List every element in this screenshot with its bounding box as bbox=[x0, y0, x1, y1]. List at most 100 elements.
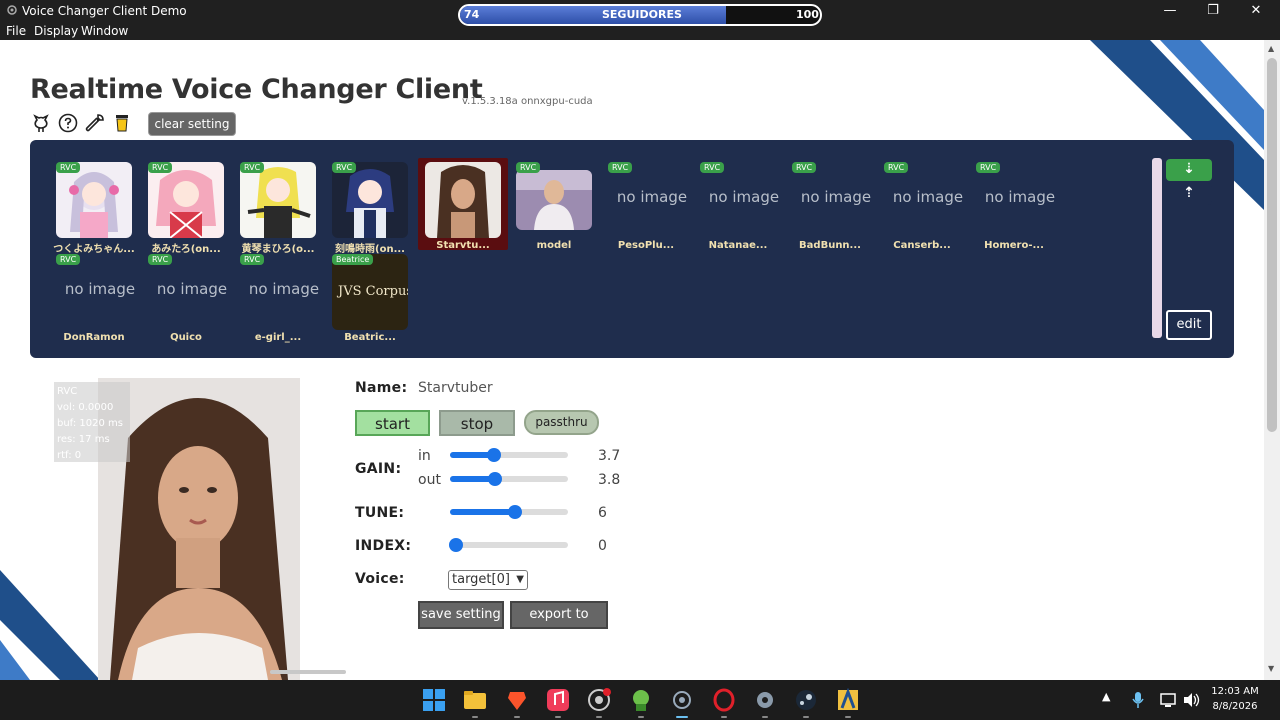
settings-icon[interactable] bbox=[753, 688, 777, 712]
tune-value: 6 bbox=[598, 505, 607, 521]
slider-knob[interactable] bbox=[487, 472, 502, 486]
model-thumbnail bbox=[148, 162, 224, 238]
volume-icon[interactable] bbox=[1183, 692, 1201, 708]
help-icon[interactable] bbox=[57, 112, 79, 134]
app-icon bbox=[7, 5, 17, 15]
voice-select[interactable]: target[0] ▼ bbox=[448, 570, 528, 590]
running-indicator bbox=[472, 716, 478, 718]
no-image-placeholder: no image bbox=[64, 280, 136, 298]
model-type-badge: RVC bbox=[56, 162, 81, 173]
menu-display[interactable]: Display bbox=[34, 24, 78, 38]
no-image-placeholder: no image bbox=[984, 188, 1056, 206]
model-slot-amitaro[interactable]: RVC あみたろ(on... bbox=[146, 160, 226, 255]
steam-icon[interactable] bbox=[794, 688, 818, 712]
no-image-placeholder: no image bbox=[892, 188, 964, 206]
decorative-stripe-bottom bbox=[0, 570, 100, 680]
voice-select-value: target[0] bbox=[452, 572, 510, 587]
stop-button[interactable]: stop bbox=[439, 410, 515, 436]
tray-overflow-chevron-icon[interactable]: ▲ bbox=[1102, 690, 1110, 703]
windows-start-icon[interactable] bbox=[422, 688, 446, 712]
music-icon[interactable] bbox=[546, 688, 570, 712]
model-thumbnail bbox=[425, 162, 501, 238]
page-scrollbar[interactable]: ▲ ▼ bbox=[1264, 40, 1280, 680]
scroll-up-arrow-icon[interactable]: ▲ bbox=[1268, 44, 1274, 53]
export-onnx-button[interactable]: export to onnx bbox=[510, 601, 608, 646]
network-icon[interactable] bbox=[1160, 692, 1178, 708]
gain-label: GAIN: bbox=[355, 461, 402, 477]
model-name: Natanae... bbox=[708, 240, 768, 251]
running-indicator bbox=[762, 716, 768, 718]
clock-date: 8/8/2026 bbox=[1212, 701, 1258, 712]
no-image-placeholder: no image bbox=[248, 280, 320, 298]
clear-setting-button[interactable]: clear setting bbox=[148, 112, 236, 136]
voice-label: Voice: bbox=[355, 571, 405, 587]
stats-buffer: buf: 1020 ms bbox=[57, 418, 123, 429]
model-slot-beatrice[interactable]: JVS Corpus Beatrice Beatric... bbox=[330, 252, 410, 343]
menu-window[interactable]: Window bbox=[81, 24, 128, 38]
model-slot-badbunn[interactable]: RVC no image BadBunn... bbox=[790, 160, 871, 251]
model-slot-donramon[interactable]: RVC no image DonRamon bbox=[54, 252, 135, 343]
github-icon[interactable] bbox=[30, 112, 52, 134]
passthru-button[interactable]: passthru bbox=[524, 410, 599, 435]
scroll-down-arrow-icon[interactable]: ▼ bbox=[1268, 664, 1274, 673]
slider-knob[interactable] bbox=[507, 505, 522, 519]
chrome-icon[interactable] bbox=[587, 688, 611, 712]
model-slot-tsukuyomi[interactable]: RVC つくよみちゃん... bbox=[53, 160, 135, 255]
tune-slider[interactable] bbox=[450, 505, 568, 519]
restore-button[interactable]: ❐ bbox=[1198, 2, 1228, 20]
gain-out-value: 3.8 bbox=[598, 472, 621, 488]
slot-scroll-track[interactable] bbox=[1152, 158, 1162, 338]
index-value: 0 bbox=[598, 538, 607, 554]
system-clock[interactable]: 12:03 AM 8/8/2026 bbox=[1210, 684, 1260, 714]
voice-changer-icon[interactable] bbox=[670, 688, 694, 712]
model-slot-starvtuber[interactable]: Starvtu... bbox=[418, 158, 508, 251]
sort-descending-button[interactable]: ⇣ bbox=[1166, 159, 1212, 181]
model-slot-tokina[interactable]: RVC 刻鳴時雨(on... bbox=[330, 160, 410, 255]
model-slot-kikoto[interactable]: RVC 黄琴まひろ(o... bbox=[238, 160, 318, 255]
model-slot-homero[interactable]: RVC no image Homero-... bbox=[974, 160, 1055, 251]
model-slot-canserb[interactable]: RVC no image Canserb... bbox=[882, 160, 963, 251]
horizontal-scroll-thumb[interactable] bbox=[270, 670, 346, 674]
page-scroll-thumb[interactable] bbox=[1267, 58, 1277, 432]
save-setting-button[interactable]: save setting bbox=[418, 601, 504, 629]
model-slot-quico[interactable]: RVC no image Quico bbox=[146, 252, 227, 343]
model-slot-pesoplu[interactable]: RVC no image PesoPlu... bbox=[606, 160, 687, 251]
character-icon[interactable] bbox=[629, 688, 653, 712]
edit-button[interactable]: edit bbox=[1166, 310, 1212, 340]
menu-file[interactable]: File bbox=[6, 24, 26, 38]
index-slider[interactable] bbox=[448, 538, 568, 552]
file-explorer-icon[interactable] bbox=[463, 688, 487, 712]
followers-progress-bar: 74 SEGUIDORES 100 bbox=[458, 4, 822, 26]
no-image-placeholder: no image bbox=[708, 188, 780, 206]
start-button[interactable]: start bbox=[355, 410, 430, 436]
model-type-badge: RVC bbox=[792, 162, 817, 173]
game-icon[interactable] bbox=[836, 688, 860, 712]
model-slot-model[interactable]: RVC model bbox=[514, 160, 594, 251]
tune-label: TUNE: bbox=[355, 505, 405, 521]
stats-response: res: 17 ms bbox=[57, 434, 110, 445]
microphone-icon[interactable] bbox=[1132, 691, 1144, 709]
no-image-placeholder: no image bbox=[616, 188, 688, 206]
model-name: Canserb... bbox=[893, 240, 951, 251]
model-slot-natanae[interactable]: RVC no image Natanae... bbox=[698, 160, 779, 251]
model-slot-egirl[interactable]: RVC no image e-girl_... bbox=[238, 252, 319, 343]
wrench-icon[interactable] bbox=[84, 112, 106, 134]
model-thumbnail bbox=[516, 170, 592, 230]
opera-icon[interactable] bbox=[712, 688, 736, 712]
model-name: Beatric... bbox=[344, 332, 396, 343]
model-type-badge: RVC bbox=[700, 162, 725, 173]
slider-knob[interactable] bbox=[448, 538, 463, 552]
sort-ascending-button[interactable]: ⇡ bbox=[1166, 183, 1212, 205]
no-image-placeholder: no image bbox=[800, 188, 872, 206]
model-type-badge: RVC bbox=[240, 254, 265, 265]
minimize-button[interactable]: — bbox=[1155, 2, 1185, 20]
slider-knob[interactable] bbox=[486, 448, 501, 462]
gain-out-slider[interactable] bbox=[450, 472, 568, 486]
stats-volume: vol: 0.0000 bbox=[57, 402, 114, 413]
model-name: BadBunn... bbox=[799, 240, 861, 251]
close-button[interactable]: ✕ bbox=[1241, 2, 1271, 20]
app-content: Realtime Voice Changer Client v.1.5.3.18… bbox=[0, 40, 1280, 680]
gain-in-slider[interactable] bbox=[450, 448, 568, 462]
brave-icon[interactable] bbox=[505, 688, 529, 712]
coffee-icon[interactable] bbox=[111, 112, 133, 134]
